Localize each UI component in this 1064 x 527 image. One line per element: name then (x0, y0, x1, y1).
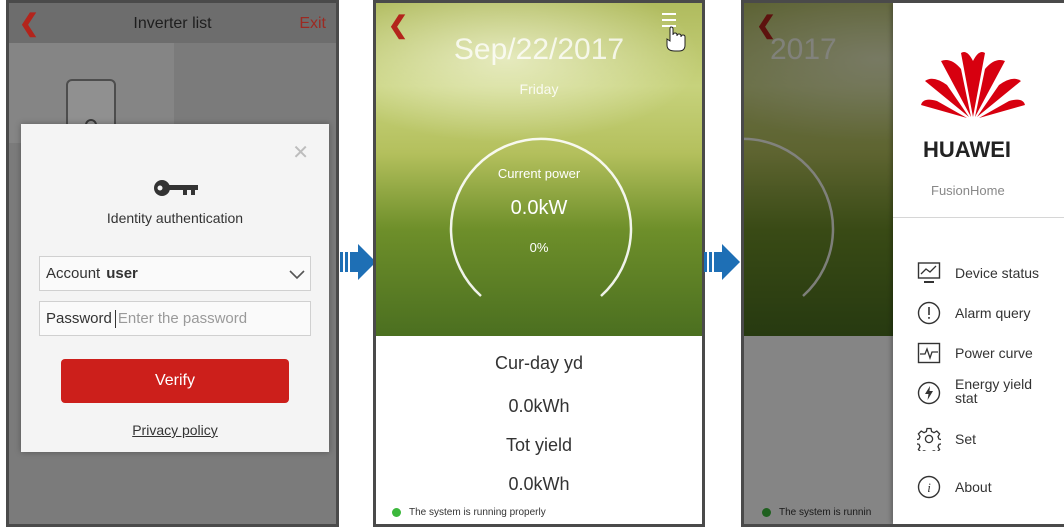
status-text: The system is running properly (409, 507, 546, 518)
account-label: Account (46, 265, 101, 282)
lightning-icon (917, 381, 941, 405)
exit-button[interactable]: Exit (299, 15, 326, 33)
day-yield-value: 0.0kWh (508, 396, 570, 416)
account-select[interactable]: Account user (39, 256, 311, 291)
password-placeholder: Enter the password (117, 310, 248, 327)
date-label: Sep/22/2017 (453, 33, 625, 66)
dimmed-background[interactable]: 2017 ❮ The system is runnin (744, 3, 894, 524)
password-field[interactable]: Password Enter the password (39, 301, 311, 336)
app-name: FusionHome (931, 183, 1005, 198)
total-yield-label: Tot yield (505, 435, 573, 455)
gear-icon (917, 427, 941, 451)
arrow-right-icon (704, 244, 740, 280)
total-yield-value: 0.0kWh (508, 474, 570, 494)
status-dot (392, 507, 401, 517)
menu-item-label: Device status (955, 265, 1040, 281)
side-drawer: HUAWEI FusionHome Device status Alarm qu… (893, 3, 1064, 524)
weekday-label: Friday (519, 81, 559, 97)
login-screen: ❮ Inverter list Exit ✕ Identity authenti… (6, 0, 339, 527)
menu-screen: 2017 ❮ The system is runnin HUAWEI Fusio… (741, 0, 1064, 527)
text-cursor (114, 310, 116, 329)
brand-name: HUAWEI (923, 137, 1011, 162)
menu-icon[interactable] (656, 11, 688, 53)
password-label: Password (46, 310, 112, 327)
home-screen: ❮ Sep/22/2017 Friday Current power 0.0kW… (373, 0, 705, 527)
power-percent: 0% (529, 240, 549, 255)
current-power-value: 0.0kW (510, 197, 568, 219)
chevron-down-icon[interactable] (288, 265, 306, 283)
divider (893, 217, 1064, 218)
status-bar: The system is running properly (392, 507, 546, 518)
arrow-right-icon (340, 244, 376, 280)
page-title: Inverter list (133, 15, 212, 32)
top-bar: ❮ Inverter list Exit (9, 3, 336, 43)
gauge-label: Current power (497, 166, 581, 181)
pulse-icon (917, 342, 941, 364)
dialog-title: Identity authentication (106, 210, 244, 226)
menu-item-label: Energy yield stat (955, 376, 1033, 406)
account-value: user (106, 265, 138, 282)
monitor-chart-icon (917, 262, 941, 283)
auth-dialog: ✕ Identity authentication Account user Pa… (21, 124, 329, 452)
privacy-policy-link[interactable]: Privacy policy (21, 422, 329, 438)
menu-item-label: Power curve (955, 345, 1033, 361)
menu-item-label: Set (955, 431, 977, 447)
verify-button[interactable]: Verify (61, 359, 289, 403)
info-icon: i (917, 475, 941, 499)
key-icon (154, 180, 198, 196)
svg-text:i: i (927, 480, 931, 495)
menu-item-label: Alarm query (955, 305, 1031, 321)
day-yield-label: Cur-day yd (494, 353, 584, 373)
huawei-logo (921, 52, 1025, 118)
alert-circle-icon (917, 301, 941, 325)
menu-item-label: About (955, 479, 992, 495)
power-gauge (449, 137, 633, 297)
close-icon[interactable]: ✕ (292, 140, 309, 165)
